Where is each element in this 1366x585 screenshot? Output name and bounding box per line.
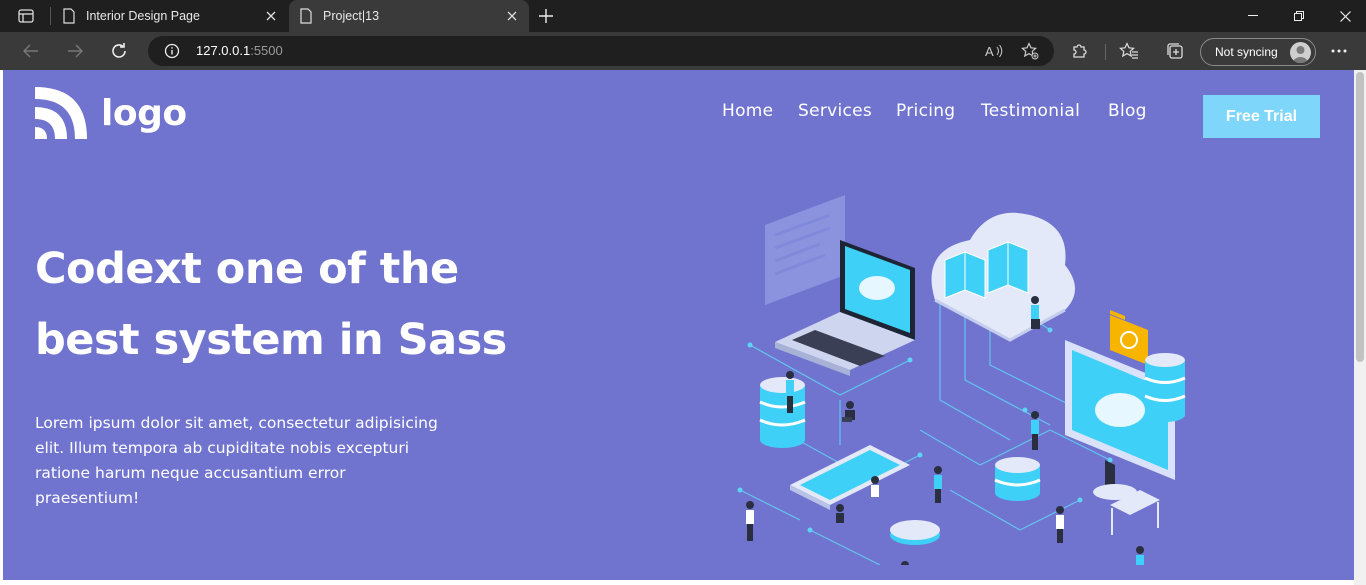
nav-link-blog[interactable]: Blog [1108, 101, 1147, 121]
hero-section: logo Home Services Pricing Testimonial B… [3, 70, 1354, 580]
collections-button[interactable] [1164, 40, 1186, 62]
address-bar[interactable]: 127.0.0.1:5500 A [148, 36, 1054, 66]
tab-interior-design[interactable]: Interior Design Page [52, 0, 288, 32]
tab-separator [50, 7, 51, 25]
svg-text:A: A [985, 44, 994, 59]
more-dots-icon [1331, 49, 1347, 53]
plus-icon [539, 9, 553, 23]
avatar [1290, 42, 1311, 63]
refresh-button[interactable] [107, 39, 131, 63]
settings-more-button[interactable] [1328, 40, 1350, 62]
nav-link-home[interactable]: Home [722, 101, 773, 121]
scrollbar-thumb[interactable] [1356, 72, 1364, 362]
user-avatar-icon [1293, 46, 1308, 63]
profile-button[interactable]: Not syncing [1200, 38, 1316, 66]
nav-link-services[interactable]: Services [798, 101, 872, 121]
hero-title-line: Codext one of the [35, 244, 459, 294]
hero-description: Lorem ipsum dolor sit amet, consectetur … [35, 411, 465, 511]
site-info-icon[interactable] [164, 43, 180, 59]
minimize-button[interactable] [1230, 0, 1276, 32]
page-icon [63, 8, 75, 24]
url-host: 127.0.0.1 [196, 43, 251, 58]
close-tab-icon[interactable] [503, 7, 521, 25]
refresh-icon [112, 43, 126, 58]
url-text[interactable]: 127.0.0.1:5500 [196, 43, 283, 58]
minimize-icon [1248, 15, 1258, 16]
phone-platform [790, 445, 910, 510]
browser-toolbar: 127.0.0.1:5500 A Not syncing [0, 32, 1366, 70]
hero-description-line: elit. Illum tempora ab cupiditate nobis … [35, 439, 410, 457]
close-tab-icon[interactable] [262, 7, 280, 25]
tab-title: Project|13 [323, 9, 380, 23]
add-favorite-button[interactable] [1020, 42, 1040, 60]
free-trial-button[interactable]: Free Trial [1203, 95, 1320, 138]
tab-actions-button[interactable] [14, 6, 38, 26]
star-plus-icon [1021, 42, 1039, 60]
forward-button[interactable] [63, 39, 87, 63]
restore-button[interactable] [1276, 0, 1322, 32]
collections-icon [1167, 43, 1183, 59]
read-aloud-button[interactable]: A [984, 42, 1004, 60]
cloud-network-illustration [737, 195, 1186, 565]
profile-label: Not syncing [1215, 45, 1278, 59]
tab-title: Interior Design Page [86, 9, 200, 23]
tab-project13[interactable]: Project|13 [289, 0, 529, 32]
browser-tab-strip: Interior Design Page Project|13 [0, 0, 1366, 32]
nav-link-pricing[interactable]: Pricing [896, 101, 955, 121]
tab-actions-icon [18, 9, 34, 23]
vertical-scrollbar[interactable] [1354, 70, 1366, 585]
logo-text: logo [101, 92, 187, 134]
back-arrow-icon [23, 44, 38, 58]
cloud-server [931, 212, 1075, 342]
restore-icon [1294, 11, 1304, 21]
hero-description-line: ratione harum neque accusantium error [35, 464, 346, 482]
url-port: :5500 [250, 43, 283, 58]
toolbar-separator [1105, 44, 1106, 60]
site-logo[interactable]: logo [35, 87, 187, 139]
puzzle-icon [1073, 44, 1087, 58]
new-tab-button[interactable] [536, 6, 556, 26]
page-viewport: logo Home Services Pricing Testimonial B… [0, 70, 1366, 585]
favorites-button[interactable] [1118, 40, 1140, 62]
read-aloud-icon: A [985, 44, 1003, 59]
hero-description-line: Lorem ipsum dolor sit amet, consectetur … [35, 414, 438, 432]
page-icon [300, 8, 312, 24]
hero-title-line: best system in Sass [35, 315, 507, 365]
folder [1110, 310, 1148, 365]
forward-arrow-icon [68, 44, 83, 58]
extensions-button[interactable] [1069, 40, 1091, 62]
logo-mark-icon [35, 87, 87, 139]
hero-title: Codext one of the best system in Sass [35, 234, 595, 376]
close-window-button[interactable] [1322, 0, 1366, 32]
back-button[interactable] [19, 39, 43, 63]
nav-link-testimonial[interactable]: Testimonial [981, 101, 1080, 121]
hero-description-line: praesentium! [35, 489, 140, 507]
favorites-icon [1119, 42, 1138, 59]
close-icon [1339, 10, 1351, 22]
document-panel [765, 195, 845, 305]
